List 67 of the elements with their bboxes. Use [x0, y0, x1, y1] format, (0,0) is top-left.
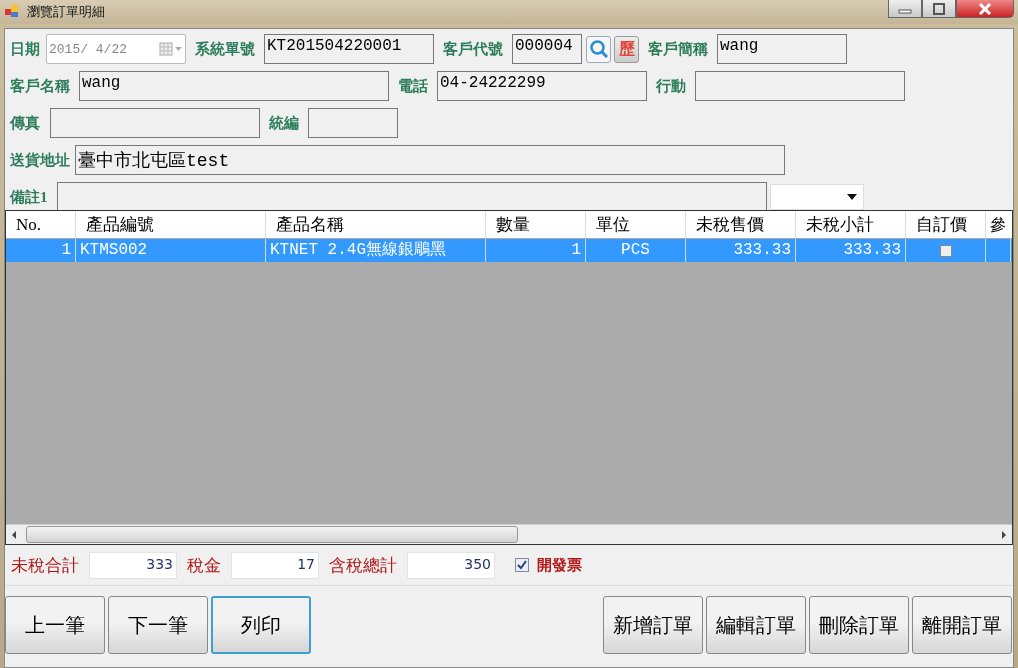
total-label: 含稅總計 [329, 554, 397, 577]
search-icon [588, 39, 609, 59]
window-icon [5, 4, 19, 18]
text-field[interactable]: KT201504220001 [264, 34, 434, 64]
table-cell: KTNET 2.4G無線銀鵰黑 [266, 239, 486, 262]
invoice-checkbox[interactable] [515, 558, 529, 572]
close-icon [978, 2, 992, 15]
minimize-button[interactable] [888, 0, 922, 18]
table-cell: 1 [6, 239, 76, 262]
column-header[interactable]: 未稅售價 [686, 211, 796, 238]
text-field[interactable]: wang [79, 71, 389, 101]
close-button[interactable] [956, 0, 1014, 18]
field-label: 日期 [10, 39, 40, 59]
text-field[interactable] [695, 71, 905, 101]
scroll-right-icon[interactable] [1000, 529, 1008, 540]
table-cell: 333.33 [686, 239, 796, 262]
table-cell: 333.33 [796, 239, 906, 262]
field-label: 傳真 [10, 113, 40, 133]
checkbox-label: 開發票 [537, 555, 582, 575]
scrollbar-thumb[interactable] [26, 526, 518, 543]
text-field[interactable]: 000004 [512, 34, 582, 64]
field-label: 送貨地址 [10, 150, 70, 170]
action-button[interactable]: 新增訂單 [603, 596, 703, 654]
table-cell: KTMS002 [76, 239, 266, 262]
total-label: 未稅合計 [11, 554, 79, 577]
action-button[interactable]: 刪除訂單 [809, 596, 909, 654]
action-button[interactable]: 列印 [211, 596, 311, 654]
text-field[interactable]: 04-24222299 [437, 71, 647, 101]
action-button[interactable]: 下一筆 [108, 596, 208, 654]
text-field[interactable]: 臺中市北屯區test [75, 145, 785, 175]
field-label: 客戶簡稱 [648, 39, 708, 59]
table-cell: PCS [586, 239, 686, 262]
search-button[interactable] [586, 35, 611, 63]
total-field[interactable]: 350 [407, 551, 495, 579]
column-header[interactable]: 數量 [486, 211, 586, 238]
field-label: 系統單號 [195, 39, 255, 59]
column-header[interactable]: 參 [986, 211, 1011, 238]
caret-icon [846, 194, 857, 200]
checkbox[interactable] [939, 244, 952, 257]
text-field[interactable]: wang [717, 34, 847, 64]
window-title: 瀏覽訂單明細 [27, 3, 105, 21]
field-label: 行動 [656, 76, 686, 96]
field-label: 客戶名稱 [10, 76, 70, 96]
scroll-left-icon[interactable] [10, 529, 18, 540]
field-label: 客戶代號 [443, 39, 503, 59]
total-field[interactable]: 17 [231, 551, 319, 579]
column-header[interactable]: 單位 [586, 211, 686, 238]
column-header[interactable]: 產品名稱 [266, 211, 486, 238]
field-label: 備註1 [10, 187, 48, 207]
column-header[interactable]: 產品編號 [76, 211, 266, 238]
text-field[interactable] [308, 108, 398, 138]
total-label: 稅金 [187, 554, 221, 577]
column-header[interactable]: 未稅小計 [796, 211, 906, 238]
text-field[interactable] [50, 108, 260, 138]
action-button[interactable]: 上一筆 [5, 596, 105, 654]
field-label: 電話 [398, 76, 428, 96]
total-field[interactable]: 333 [89, 551, 177, 579]
action-button[interactable]: 離開訂單 [912, 596, 1012, 654]
maximize-icon [932, 2, 946, 15]
text-field[interactable] [56, 182, 767, 212]
horizontal-scrollbar[interactable] [6, 524, 1012, 544]
column-header[interactable]: No. [6, 211, 76, 238]
maximize-button[interactable] [922, 0, 956, 18]
table-cell: 1 [486, 239, 586, 262]
column-header[interactable]: 自訂價 [906, 211, 986, 238]
action-button[interactable]: 編輯訂單 [706, 596, 806, 654]
field-label: 統編 [269, 113, 299, 133]
